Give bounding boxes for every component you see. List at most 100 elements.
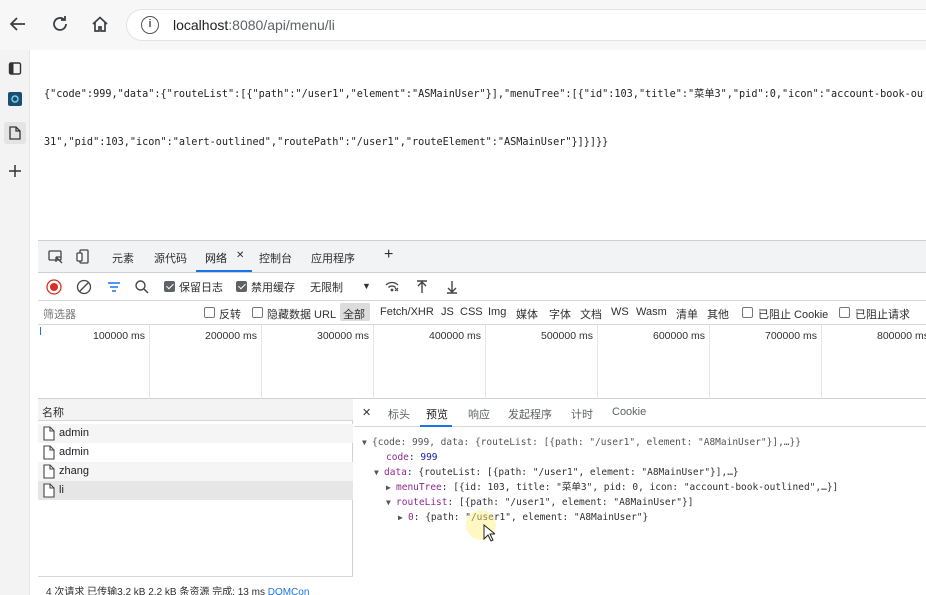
filter-type-wasm[interactable]: Wasm (636, 306, 667, 318)
tree-root[interactable]: ▼ {code: 999, data: {routeList: [{path: "… (362, 435, 801, 450)
filter-type-img[interactable]: Img (488, 306, 506, 318)
timeline-label: 700000 ms (765, 330, 817, 342)
filter-type-font[interactable]: 字体 (549, 306, 571, 322)
request-list-header: 名称 (38, 399, 353, 421)
status-text: 4 次请求 已传输3.2 kB 2.2 kB 条资源 完成: 13 ms (46, 587, 268, 595)
document-icon (43, 464, 55, 479)
tree-node-code: code: 999 (386, 452, 438, 463)
request-name: zhang (59, 465, 89, 477)
more-tabs-icon[interactable]: + (384, 246, 393, 264)
close-detail-icon[interactable]: ✕ (362, 406, 371, 419)
chevron-down-icon[interactable]: ▼ (362, 281, 371, 291)
network-status-bar: 4 次请求 已传输3.2 kB 2.2 kB 条资源 完成: 13 ms DOM… (38, 576, 353, 595)
export-har-icon[interactable] (444, 279, 460, 295)
disable-cache-checkbox[interactable] (236, 281, 247, 292)
filter-type-doc[interactable]: 文档 (580, 306, 602, 322)
tab-timing[interactable]: 计时 (571, 406, 593, 422)
document-icon (43, 445, 55, 460)
filter-type-js[interactable]: JS (441, 306, 454, 318)
network-conditions-icon[interactable] (384, 279, 400, 295)
blocked-requests-checkbox[interactable] (839, 307, 850, 318)
home-icon[interactable] (88, 12, 112, 36)
device-toolbar-icon[interactable] (76, 249, 92, 265)
request-list: 名称 admin admin zhang li 4 次请求 已传输3.2 kB … (38, 399, 353, 595)
request-name: li (59, 484, 64, 496)
tab-elements[interactable]: 元素 (112, 250, 134, 266)
tree-node-menutree[interactable]: ▶ menuTree: [{id: 103, title: "菜单3", pid:… (386, 480, 838, 495)
browser-toolbar: i localhost:8080/api/menu/li (0, 0, 926, 50)
filter-type-ws[interactable]: WS (611, 306, 629, 318)
request-name: admin (59, 427, 89, 439)
timeline-gridline (821, 325, 822, 399)
filter-icon[interactable] (106, 279, 122, 295)
record-icon[interactable] (46, 279, 62, 295)
hide-data-url-checkbox[interactable] (252, 307, 263, 318)
network-timeline: 100000 ms 200000 ms 300000 ms 400000 ms … (38, 325, 926, 399)
tab-response[interactable]: 响应 (468, 406, 490, 422)
tab-favicon-page[interactable] (4, 122, 26, 144)
tab-headers[interactable]: 标头 (388, 406, 410, 422)
tab-console[interactable]: 控制台 (259, 250, 292, 266)
import-har-icon[interactable] (414, 279, 430, 295)
reload-icon[interactable] (48, 12, 72, 36)
new-tab-icon[interactable] (6, 162, 24, 180)
document-icon (43, 426, 55, 441)
address-url: localhost:8080/api/menu/li (173, 17, 335, 33)
search-icon[interactable] (134, 279, 150, 295)
key-menutree: menuTree (396, 482, 442, 493)
preserve-log-label: 保留日志 (179, 282, 223, 294)
close-tab-icon[interactable]: ✕ (236, 250, 244, 261)
address-bar[interactable]: i localhost:8080/api/menu/li (126, 9, 926, 41)
tab-sources[interactable]: 源代码 (154, 250, 187, 266)
back-icon[interactable] (6, 12, 30, 36)
request-row[interactable]: admin (38, 443, 353, 462)
inspect-element-icon[interactable] (48, 249, 64, 265)
item0-summary: {path: "/user1", element: "A8MainUser"} (425, 512, 649, 523)
filter-type-other[interactable]: 其他 (707, 306, 729, 322)
invert-checkbox[interactable] (204, 307, 215, 318)
tab-actions-icon[interactable] (6, 59, 24, 77)
timeline-gridline (485, 325, 486, 399)
request-name: admin (59, 446, 89, 458)
blocked-cookie-label: 已阻止 Cookie (758, 309, 829, 321)
domcontentloaded-link[interactable]: DOMCon (268, 587, 310, 595)
throttling-select[interactable]: 无限制 (310, 279, 343, 295)
filter-type-css[interactable]: CSS (460, 306, 483, 318)
collapsed-triangle-icon: ▶ (398, 513, 403, 522)
tree-node-item0[interactable]: ▶ 0: {path: "/user1", element: "A8MainUse… (398, 510, 648, 525)
filter-type-manifest[interactable]: 清单 (676, 306, 698, 322)
tree-node-routelist[interactable]: ▼ routeList: [{path: "/user1", element: "… (386, 495, 693, 510)
filter-type-media[interactable]: 媒体 (516, 306, 538, 322)
expanded-triangle-icon: ▼ (374, 468, 379, 477)
request-row[interactable]: admin (38, 424, 353, 443)
key-routelist: routeList (396, 497, 448, 508)
filter-type-all[interactable]: 全部 (343, 306, 365, 322)
disable-cache-label: 禁用缓存 (251, 282, 295, 294)
active-detail-tab-indicator (420, 425, 452, 427)
timeline-label: 400000 ms (429, 330, 481, 342)
mouse-cursor-icon (483, 524, 495, 542)
filter-input[interactable]: 筛选器 (43, 306, 76, 322)
request-row-selected[interactable]: li (38, 481, 353, 500)
tab-network[interactable]: 网络 (205, 250, 227, 266)
tab-application[interactable]: 应用程序 (311, 250, 355, 266)
filter-type-fetch[interactable]: Fetch/XHR (380, 306, 434, 318)
request-row[interactable]: zhang (38, 462, 353, 481)
timeline-label: 500000 ms (541, 330, 593, 342)
tab-favicon-app[interactable] (6, 90, 24, 108)
routelist-summary: [{path: "/user1", element: "A8MainUser"}… (458, 497, 694, 508)
site-info-icon[interactable]: i (141, 16, 159, 34)
key-code: code (386, 452, 409, 463)
tree-node-data[interactable]: ▼ data: {routeList: [{path: "/user1", ele… (374, 465, 739, 480)
clear-icon[interactable] (76, 279, 92, 295)
preserve-log-checkbox[interactable] (164, 281, 175, 292)
expanded-triangle-icon: ▼ (386, 498, 391, 507)
document-icon (43, 483, 55, 498)
name-column-header[interactable]: 名称 (42, 404, 64, 420)
tab-cookie[interactable]: Cookie (612, 406, 646, 418)
tab-initiator[interactable]: 发起程序 (508, 406, 552, 422)
url-host: localhost (173, 17, 229, 33)
blocked-cookie-checkbox[interactable] (742, 307, 753, 318)
tab-preview[interactable]: 预览 (426, 406, 448, 422)
menutree-summary: [{id: 103, title: "菜单3", pid: 0, icon: "… (453, 482, 839, 493)
